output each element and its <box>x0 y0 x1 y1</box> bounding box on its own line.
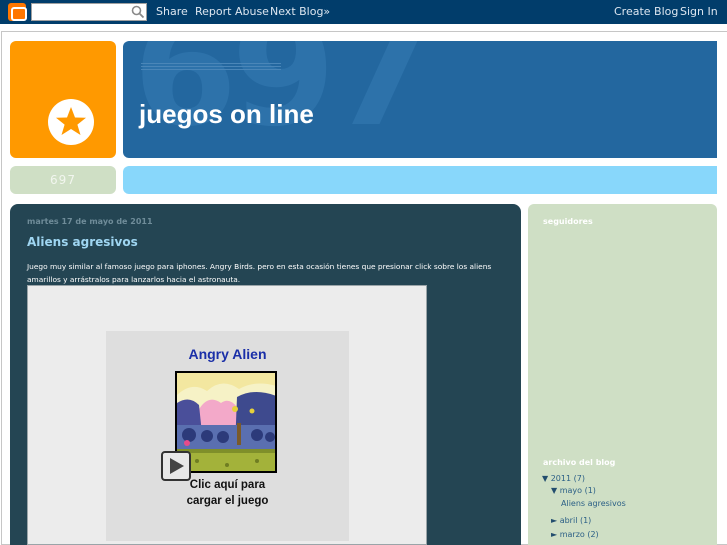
next-blog-link[interactable]: Next Blog» <box>270 5 330 18</box>
archive-item-2011[interactable]: ▼ 2011 (7) <box>542 474 585 483</box>
star-icon <box>56 107 86 135</box>
archive-count: (2) <box>587 530 599 539</box>
counter-box: 697 <box>10 166 116 194</box>
expand-toggle-icon[interactable]: ► <box>551 516 557 525</box>
share-link[interactable]: Share <box>156 5 188 18</box>
post-body-line: Juego muy similar al famoso juego para i… <box>27 262 492 271</box>
report-abuse-link[interactable]: Report Abuse <box>195 5 269 18</box>
post-title[interactable]: Aliens agresivos <box>27 235 138 249</box>
archive-label[interactable]: mayo <box>560 486 582 495</box>
cta-line: Clic aquí para <box>189 479 266 491</box>
archive-post-link[interactable]: Aliens agresivos <box>561 499 626 508</box>
main-post-area: martes 17 de mayo de 2011 Aliens agresiv… <box>10 204 521 545</box>
archive-label[interactable]: Aliens agresivos <box>561 499 626 508</box>
create-blog-link[interactable]: Create Blog <box>614 5 678 18</box>
load-game-link[interactable]: Clic aquí para cargar el juego <box>106 477 349 509</box>
expand-toggle-icon[interactable]: ► <box>551 530 557 539</box>
game-title: Angry Alien <box>188 346 267 362</box>
archive-label[interactable]: abril <box>560 516 578 525</box>
counter-text: 697 <box>50 173 76 187</box>
archive-label[interactable]: marzo <box>560 530 585 539</box>
archive-count: (1) <box>579 516 592 525</box>
archive-count: (7) <box>573 474 585 483</box>
game-panel[interactable]: Angry Alien Clic aquí para cargar el jue… <box>106 331 349 541</box>
collapse-toggle-icon[interactable]: ▼ <box>542 474 548 483</box>
blog-header: 697 juegos on line <box>123 41 717 158</box>
blog-title[interactable]: juegos on line <box>139 99 314 130</box>
blogger-icon[interactable] <box>8 3 27 21</box>
search-icon[interactable] <box>131 5 145 19</box>
archive-count: (1) <box>584 486 596 495</box>
archive-item-abril[interactable]: ► abril (1) <box>551 516 591 525</box>
header-decoration <box>141 63 281 73</box>
post-body: Juego muy similar al famoso juego para i… <box>27 260 507 286</box>
sign-in-link[interactable]: Sign In <box>680 5 718 18</box>
post-date: martes 17 de mayo de 2011 <box>27 217 153 226</box>
game-embed[interactable]: Angry Alien Clic aquí para cargar el jue… <box>27 285 427 545</box>
header-bar <box>123 166 717 194</box>
archive-heading: archivo del blog <box>543 458 616 467</box>
followers-heading: seguidores <box>543 217 593 226</box>
game-scene-image <box>177 373 275 471</box>
sidebar: seguidores archivo del blog ▼ 2011 (7) ▼… <box>528 204 717 545</box>
archive-item-mayo[interactable]: ▼ mayo (1) <box>551 486 596 495</box>
archive-item-marzo[interactable]: ► marzo (2) <box>551 530 599 539</box>
cta-line: cargar el juego <box>186 495 269 507</box>
search-input[interactable] <box>31 3 147 21</box>
logo-circle <box>48 99 94 145</box>
archive-label[interactable]: 2011 <box>551 474 571 483</box>
collapse-toggle-icon[interactable]: ▼ <box>551 486 557 495</box>
play-icon <box>170 458 184 474</box>
blogger-navbar: Share Report Abuse Next Blog» Create Blo… <box>0 0 727 24</box>
blog-logo-box <box>10 41 116 158</box>
